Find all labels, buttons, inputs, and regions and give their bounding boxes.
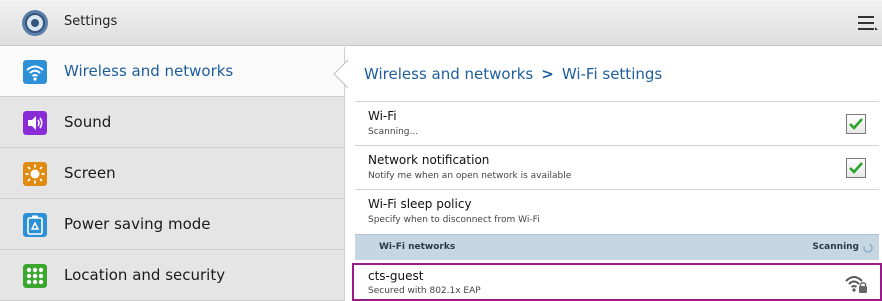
location-grid-icon xyxy=(23,264,47,288)
network-item-cts-guest[interactable]: cts-guest Secured with 802.1x EAP xyxy=(352,263,882,301)
network-notification-title: Network notification xyxy=(368,153,490,167)
network-name: cts-guest xyxy=(368,269,424,283)
sidebar-item-screen[interactable]: Screen xyxy=(0,149,344,199)
sleep-policy-title: Wi-Fi sleep policy xyxy=(368,197,472,211)
sidebar-item-wireless-and-networks[interactable]: Wireless and networks xyxy=(0,47,344,97)
scanning-status: Scanning xyxy=(812,242,859,252)
brightness-icon xyxy=(23,162,47,186)
checkmark-icon xyxy=(849,162,863,174)
sidebar-item-sound[interactable]: Sound xyxy=(0,98,344,148)
checkmark-icon xyxy=(849,118,863,130)
breadcrumb-separator: > xyxy=(541,65,554,83)
wifi-networks-header: Wi-Fi networks Scanning xyxy=(355,234,879,260)
network-notification-row[interactable]: Network notification Notify me when an o… xyxy=(355,145,879,189)
overflow-menu-icon[interactable] xyxy=(858,14,878,32)
speaker-icon xyxy=(23,111,47,135)
sidebar-item-label: Power saving mode xyxy=(64,215,211,233)
settings-gear-icon[interactable] xyxy=(21,9,49,37)
breadcrumb-current: Wi-Fi settings xyxy=(561,65,663,83)
sidebar-item-label: Wireless and networks xyxy=(64,62,234,80)
breadcrumb-parent[interactable]: Wireless and networks xyxy=(364,65,533,83)
sidebar-item-location-and-security[interactable]: Location and security xyxy=(0,251,344,301)
wifi-checkbox[interactable] xyxy=(846,114,866,134)
wifi-toggle-row[interactable]: Wi-Fi Scanning... xyxy=(355,101,879,145)
sidebar-item-power-saving-mode[interactable]: Power saving mode xyxy=(0,200,344,250)
wifi-signal-lock-icon xyxy=(845,276,867,293)
network-security: Secured with 802.1x EAP xyxy=(368,286,481,296)
wifi-icon xyxy=(23,60,47,84)
scanning-spinner-icon xyxy=(863,243,873,253)
recycle-battery-icon xyxy=(23,213,47,237)
active-item-pointer xyxy=(333,60,348,88)
sidebar-item-label: Screen xyxy=(64,164,116,182)
network-notification-subtitle: Notify me when an open network is availa… xyxy=(368,171,572,181)
sidebar-item-label: Sound xyxy=(64,113,112,131)
breadcrumb: Wireless and networks > Wi-Fi settings xyxy=(364,65,662,83)
title-bar: Settings xyxy=(0,0,882,46)
settings-sidebar: Wireless and networks Sound Screen Power… xyxy=(0,47,345,301)
sidebar-item-label: Location and security xyxy=(64,266,226,284)
sleep-policy-subtitle: Specify when to disconnect from Wi-Fi xyxy=(368,215,540,225)
wifi-sleep-policy-row[interactable]: Wi-Fi sleep policy Specify when to disco… xyxy=(355,189,879,233)
app-title: Settings xyxy=(64,14,118,29)
wifi-status: Scanning... xyxy=(368,127,419,137)
wifi-title: Wi-Fi xyxy=(368,109,397,123)
network-notification-checkbox[interactable] xyxy=(846,158,866,178)
section-title: Wi-Fi networks xyxy=(379,242,456,252)
